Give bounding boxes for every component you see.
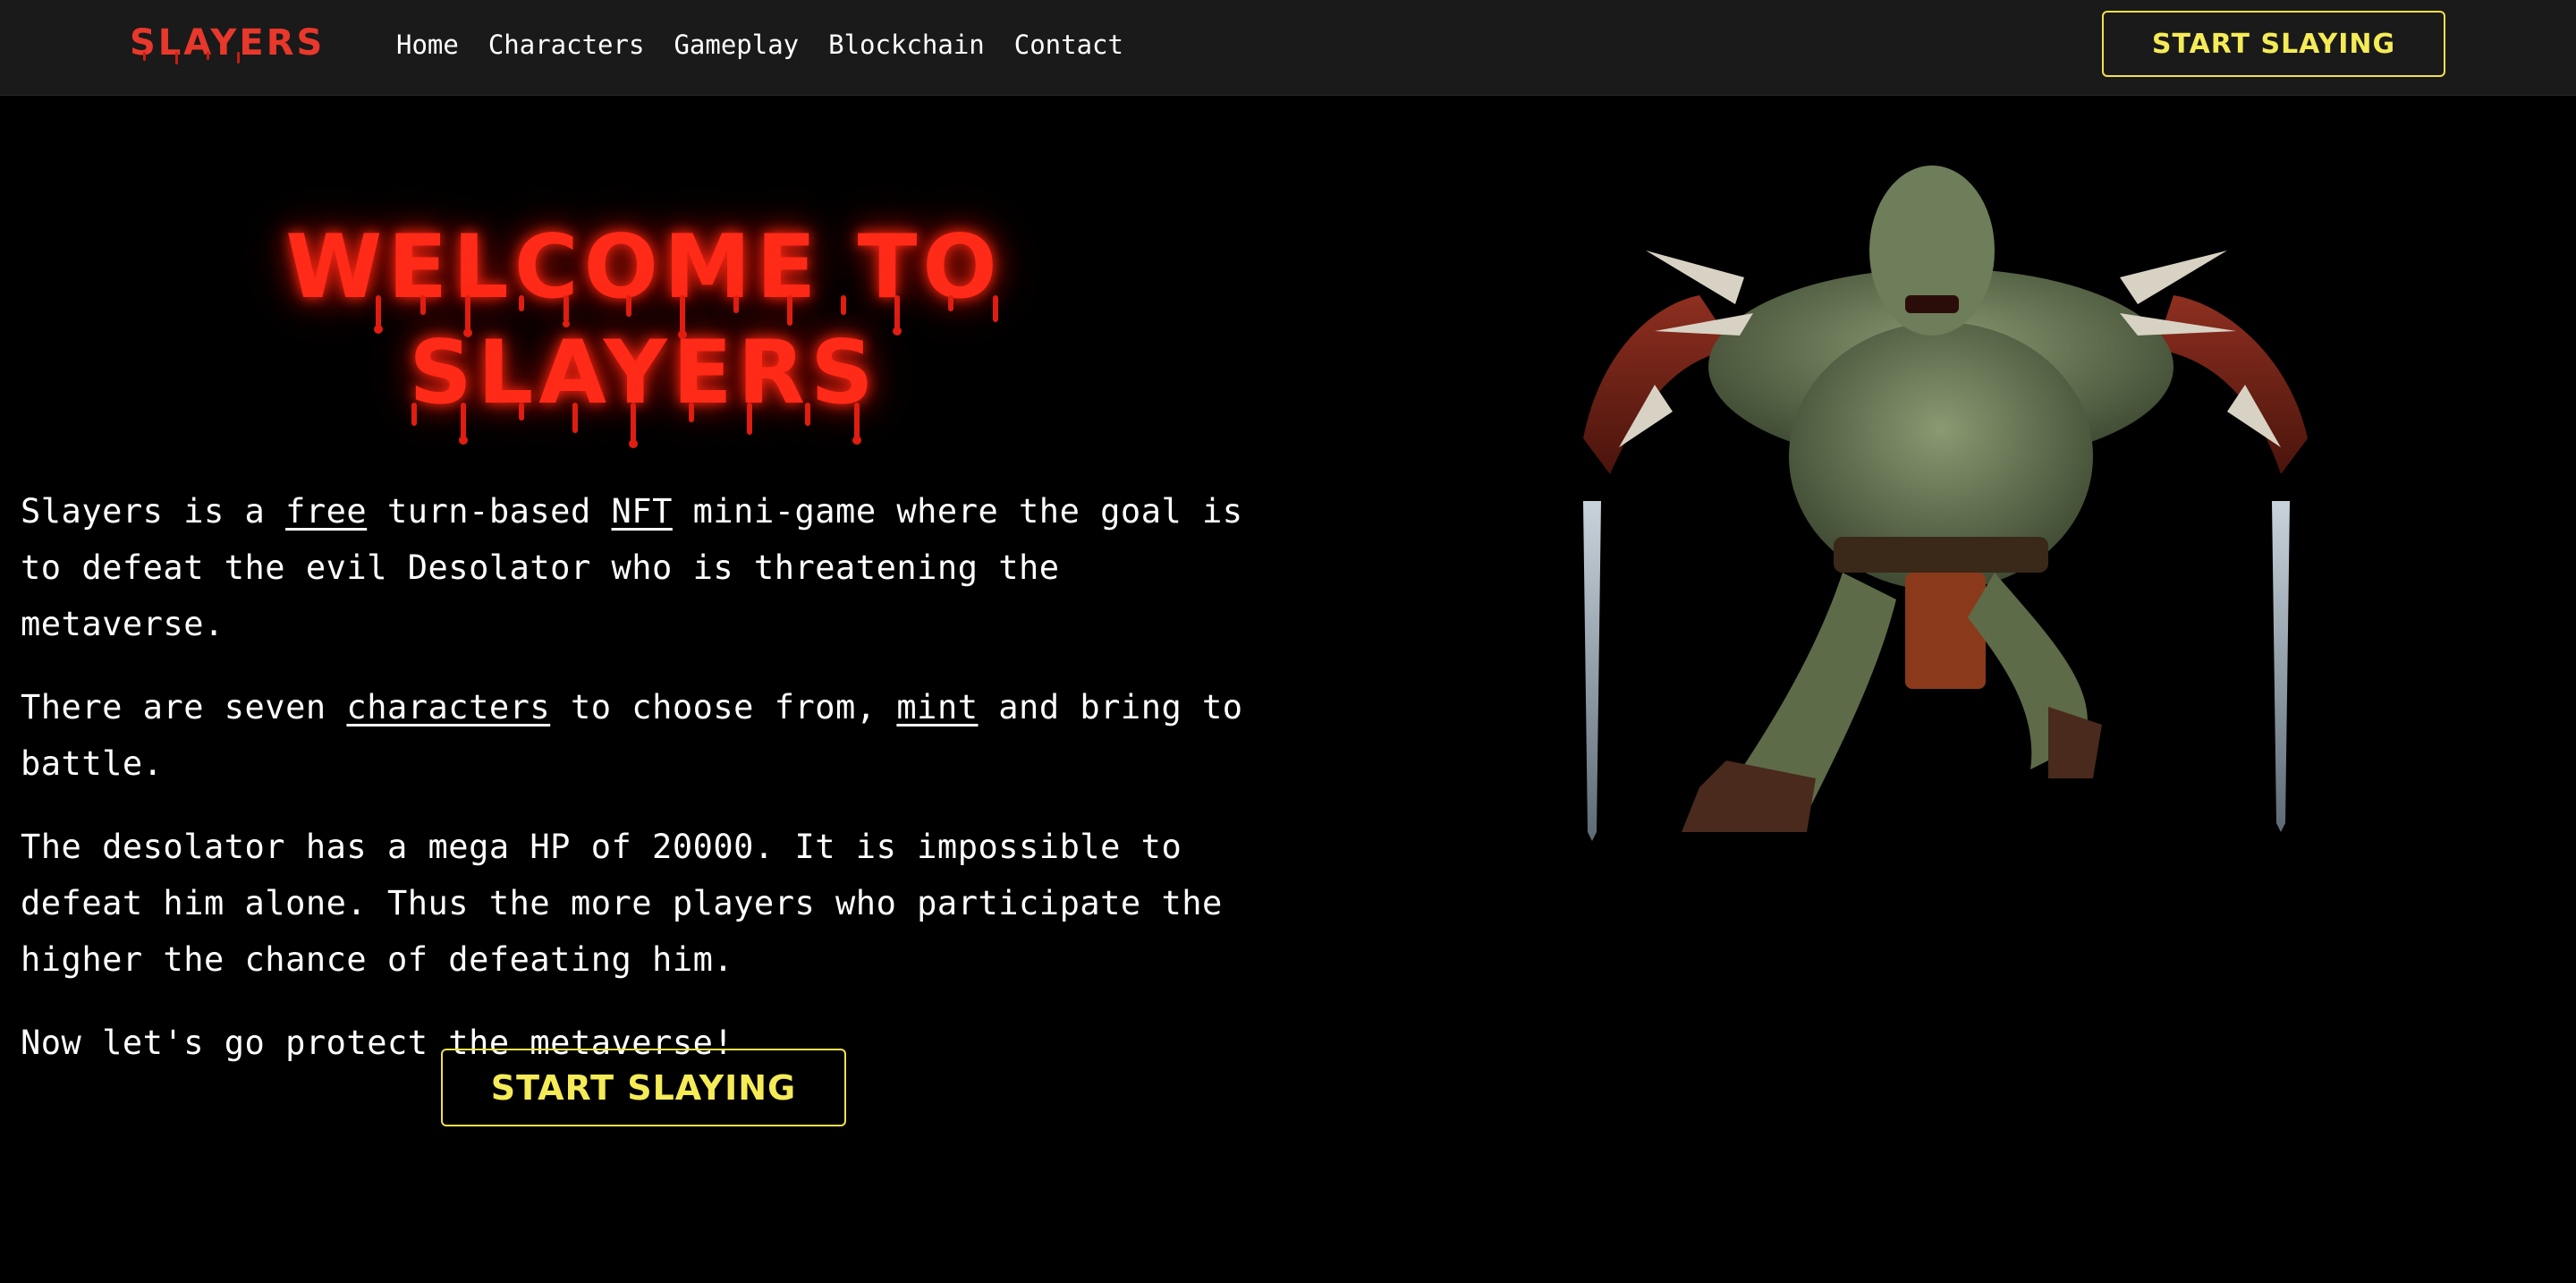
intro-paragraph-1: Slayers is a free turn-based NFT mini-ga… <box>21 483 1273 652</box>
hero-title-line2: SLAYERS <box>409 322 879 424</box>
intro-p2-text-a: There are seven <box>21 688 347 726</box>
nav-link-blockchain[interactable]: Blockchain <box>828 21 985 68</box>
nav-link-contact[interactable]: Contact <box>1014 21 1123 68</box>
intro-p2-text-b: to choose from, <box>550 688 897 726</box>
intro-p1-text-a: Slayers is a <box>21 492 286 531</box>
orc-warrior-image <box>1583 166 2308 841</box>
hero-title-line1: WELCOME TO <box>285 217 1003 319</box>
nav-links: Home Characters Gameplay Blockchain Cont… <box>396 21 1153 68</box>
hero-title: WELCOME TO SLAYERS <box>0 215 1288 426</box>
navbar: SLAYERS Home Characters Gameplay Blockch… <box>0 0 2576 96</box>
nav-link-home[interactable]: Home <box>396 21 459 68</box>
intro-p1-text-b: turn-based <box>367 492 612 531</box>
intro-text: Slayers is a free turn-based NFT mini-ga… <box>21 483 1273 1098</box>
intro-paragraph-3: The desolator has a mega HP of 20000. It… <box>21 828 1223 979</box>
nft-link[interactable]: NFT <box>612 492 673 531</box>
intro-paragraph-2: There are seven characters to choose fro… <box>21 679 1273 792</box>
characters-link[interactable]: characters <box>346 688 550 726</box>
start-slaying-nav-button[interactable]: START SLAYING <box>2102 11 2445 77</box>
start-slaying-hero-button[interactable]: START SLAYING <box>441 1049 846 1126</box>
free-link[interactable]: free <box>285 492 367 531</box>
mint-link[interactable]: mint <box>896 688 978 726</box>
nav-link-gameplay[interactable]: Gameplay <box>674 21 799 68</box>
nav-link-characters[interactable]: Characters <box>488 21 645 68</box>
brand-logo[interactable]: SLAYERS <box>130 16 325 70</box>
